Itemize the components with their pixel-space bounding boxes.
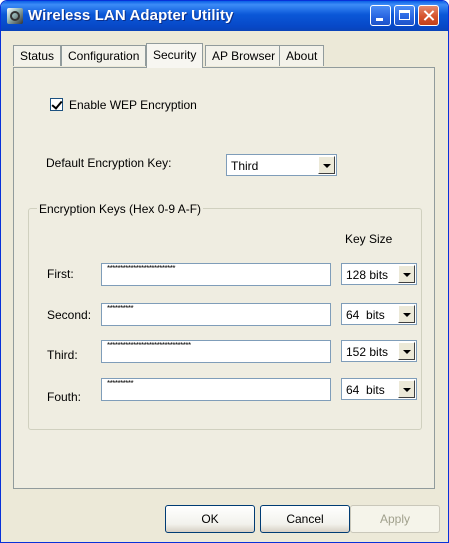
key-input-first[interactable]: ************************** <box>101 263 331 286</box>
key-input-third[interactable]: ******************************** <box>101 340 331 363</box>
key-size-value-third: 152 bits <box>346 345 389 359</box>
key-label-first: First: <box>47 267 74 281</box>
key-label-third: Third: <box>47 348 78 362</box>
key-mask-fourth: ********** <box>107 379 134 388</box>
window-title: Wireless LAN Adapter Utility <box>28 7 234 24</box>
minimize-button[interactable] <box>370 5 391 26</box>
key-size-select-third[interactable]: 152 bits <box>341 340 417 362</box>
key-size-value-fourth: 64 bits <box>346 383 385 397</box>
maximize-button[interactable] <box>394 5 415 26</box>
tab-configuration[interactable]: Configuration <box>61 45 147 66</box>
title-bar[interactable]: Wireless LAN Adapter Utility <box>1 1 448 31</box>
key-input-second[interactable]: ********** <box>101 303 331 326</box>
key-input-fourth[interactable]: ********** <box>101 378 331 401</box>
key-size-header: Key Size <box>345 232 393 246</box>
wep-checkbox[interactable] <box>50 98 63 111</box>
default-key-value: Third <box>231 159 259 173</box>
dropdown-arrow-icon[interactable] <box>318 156 335 174</box>
dropdown-arrow-icon[interactable] <box>398 265 415 283</box>
tab-security[interactable]: Security <box>146 43 204 68</box>
key-mask-third: ******************************** <box>107 341 191 350</box>
cancel-button[interactable]: Cancel <box>260 505 350 533</box>
key-size-select-first[interactable]: 128 bits <box>341 263 417 285</box>
tab-status[interactable]: Status <box>13 45 62 66</box>
app-icon <box>7 8 23 24</box>
key-size-select-fourth[interactable]: 64 bits <box>341 378 417 400</box>
tab-about[interactable]: About <box>279 45 325 66</box>
apply-button[interactable]: Apply <box>350 505 440 533</box>
key-mask-second: ********** <box>107 304 134 313</box>
wep-checkbox-label[interactable]: Enable WEP Encryption <box>69 98 197 112</box>
encryption-keys-title: Encryption Keys (Hex 0-9 A-F) <box>37 202 204 216</box>
default-key-label: Default Encryption Key: <box>46 156 172 170</box>
key-size-value-second: 64 bits <box>346 308 385 322</box>
dropdown-arrow-icon[interactable] <box>398 380 415 398</box>
close-button[interactable] <box>418 5 439 26</box>
dropdown-arrow-icon[interactable] <box>398 305 415 323</box>
key-label-second: Second: <box>47 308 92 322</box>
key-size-select-second[interactable]: 64 bits <box>341 303 417 325</box>
dropdown-arrow-icon[interactable] <box>398 342 415 360</box>
default-key-select[interactable]: Third <box>226 154 337 176</box>
tab-ap-browser[interactable]: AP Browser <box>205 45 283 66</box>
key-label-fourth: Fouth: <box>47 390 82 404</box>
key-size-value-first: 128 bits <box>346 268 389 282</box>
window: Wireless LAN Adapter Utility Status Conf… <box>0 0 449 543</box>
ok-button[interactable]: OK <box>165 505 255 533</box>
key-mask-first: ************************** <box>107 264 175 273</box>
